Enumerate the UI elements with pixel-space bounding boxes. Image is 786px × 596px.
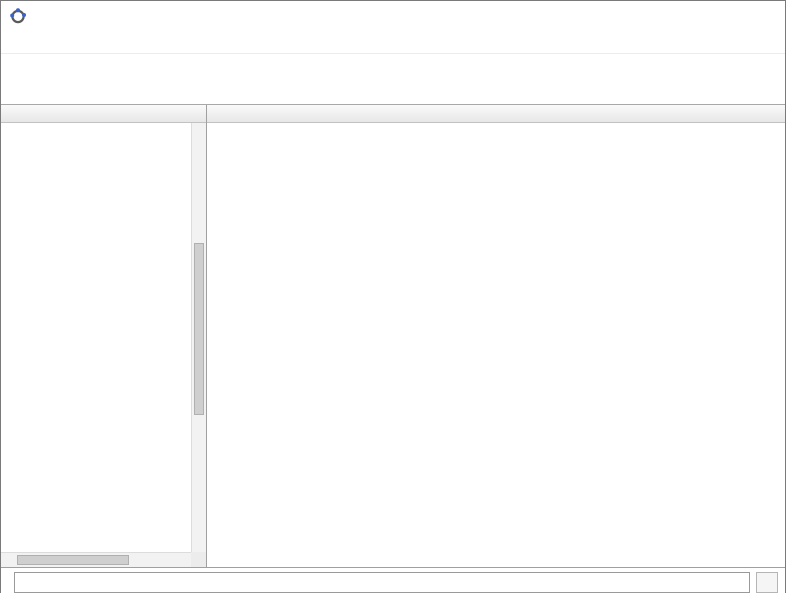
algebra-vertical-scrollbar[interactable]: [191, 123, 206, 552]
maximize-button[interactable]: [697, 1, 741, 31]
algebra-panel-header: [1, 105, 206, 123]
toolbar-right-cluster: [707, 58, 773, 100]
settings-gear-icon[interactable]: [743, 80, 771, 100]
help-button[interactable]: [707, 80, 735, 100]
close-button[interactable]: [741, 1, 785, 31]
scroll-thumb[interactable]: [194, 243, 204, 415]
scrollbar-corner: [191, 552, 206, 567]
minimize-button[interactable]: [653, 1, 697, 31]
titlebar: [1, 1, 785, 31]
window-controls: [653, 1, 785, 31]
algebra-tree: [1, 123, 191, 552]
geogebra-logo: [10, 8, 26, 24]
graphics3d-panel-header: [207, 105, 785, 123]
input-help-toggle-icon[interactable]: [756, 572, 778, 593]
command-input[interactable]: [14, 572, 750, 593]
graphics3d-panel: [207, 105, 785, 567]
redo-button[interactable]: [743, 58, 771, 78]
input-bar: [1, 567, 785, 596]
scroll-right-arrow[interactable]: [176, 553, 191, 567]
main-area: [1, 105, 785, 567]
scroll-down-arrow[interactable]: [192, 538, 207, 552]
algebra-horizontal-scrollbar[interactable]: [1, 552, 191, 567]
algebra-panel: [1, 105, 207, 567]
scene-svg[interactable]: [207, 123, 786, 567]
scroll-left-arrow[interactable]: [1, 553, 16, 567]
menu-bar: [1, 31, 785, 54]
undo-button[interactable]: [707, 58, 735, 78]
scroll-thumb[interactable]: [17, 555, 129, 565]
toolbar: [1, 54, 785, 105]
scroll-up-arrow[interactable]: [192, 123, 207, 137]
